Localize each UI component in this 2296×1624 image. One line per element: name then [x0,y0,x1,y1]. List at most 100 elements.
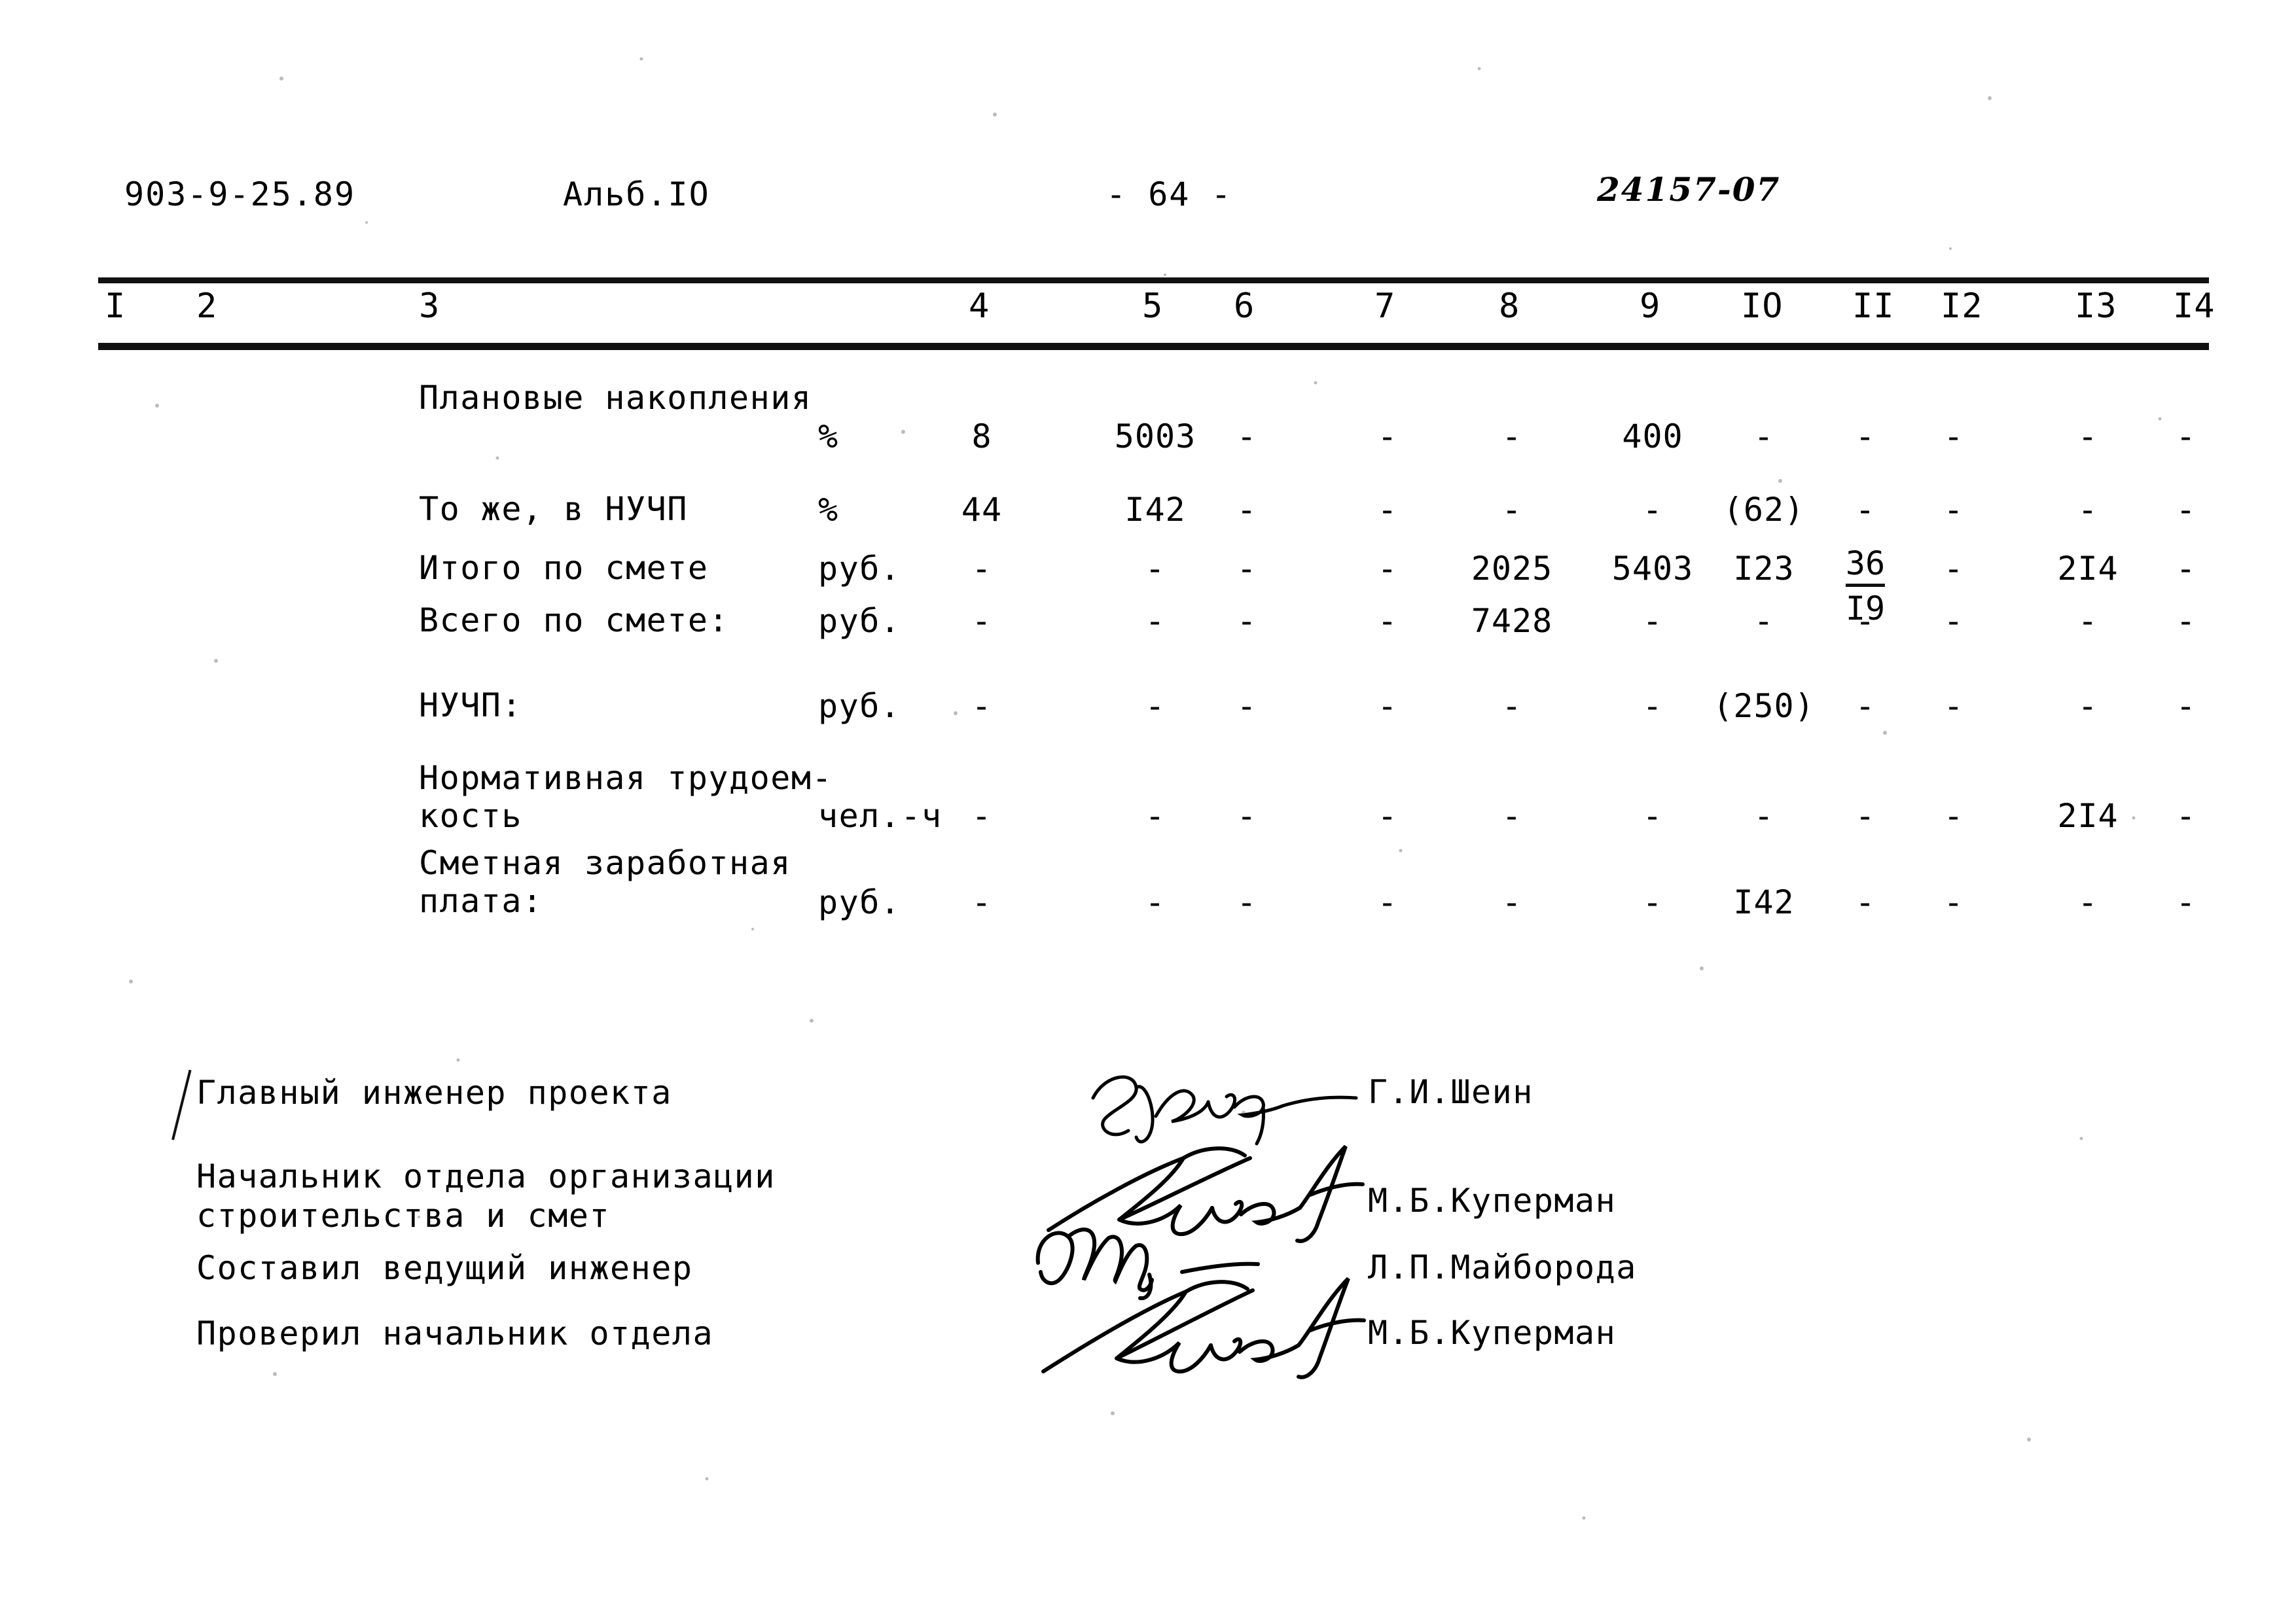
cell-c11: - [1855,602,1876,640]
cell-c11: - [1855,687,1876,725]
cell-c8: 7428 [1471,602,1553,640]
cell-c14: - [2176,687,2197,725]
cell-c8: - [1501,797,1522,835]
cell-c14: - [2176,550,2197,588]
column-number-3: 3 [419,287,440,326]
cell-c5: - [1145,602,1166,640]
cell-c6: - [1236,797,1257,835]
cell-c12: - [1943,687,1964,725]
cell-c14: - [2176,491,2197,529]
row-unit: руб. [818,550,901,588]
row-label: Всего по смете: [419,601,730,639]
cell-c9: - [1642,491,1663,529]
fraction-numerator: 36 [1845,544,1886,587]
cell-c4: - [971,550,992,588]
column-number-10: IO [1741,287,1784,326]
row-label: Итого по смете [419,549,709,587]
cell-c13: - [2077,491,2098,529]
signature-kuperman-1 [1047,1144,1365,1243]
column-number-9: 9 [1640,287,1661,326]
signatory-name: М.Б.Куперман [1368,1182,1617,1220]
cell-c9: - [1642,602,1663,640]
row-unit: руб. [818,883,901,921]
cell-c5: - [1145,797,1166,835]
cell-c7: - [1377,687,1398,725]
cell-c12: - [1943,550,1964,588]
signature-title: Начальник отдела организации строительств… [196,1157,776,1235]
cell-c10: - [1753,602,1774,640]
cell-c7: - [1377,797,1398,835]
cell-c12: - [1943,797,1964,835]
cell-c4: 44 [961,491,1003,529]
column-number-5: 5 [1142,287,1164,326]
column-number-7: 7 [1374,287,1396,326]
cell-c6: - [1236,602,1257,640]
cell-c6: - [1236,491,1257,529]
signatory-name: М.Б.Куперман [1368,1314,1617,1352]
cell-c6: - [1236,550,1257,588]
document-header: 903-9-25.89 Альб.IO - 64 - 24157-07 [0,170,2296,221]
cell-c14: - [2176,602,2197,640]
cell-c10: (62) [1723,491,1805,529]
row-unit: чел.-ч [818,797,942,835]
column-number-11: II [1852,287,1895,326]
cell-c10: - [1753,797,1774,835]
pen-slash-mark [171,1069,192,1140]
row-label-line2: кость [419,797,523,835]
cell-c13: - [2077,602,2098,640]
row-label: Сметная заработная плата: [419,844,791,920]
cell-c7: - [1377,550,1398,588]
cell-c8: 2025 [1471,550,1553,588]
cell-c10: (250) [1713,687,1815,725]
row-label: Нормативная трудоем-кость [419,759,833,835]
cell-c8: - [1501,491,1522,529]
row-label: То же, в НУЧП [419,490,688,528]
cell-c5: I42 [1124,491,1186,529]
cell-c6: - [1236,687,1257,725]
signature-title-line2: строительства и смет [196,1197,611,1235]
row-label: НУЧП: [419,686,523,724]
cell-c14: - [2176,797,2197,835]
row-unit: руб. [818,602,901,640]
cell-c11: - [1855,491,1876,529]
cell-c13: 2I4 [2057,550,2119,588]
row-label-line2: плата: [419,882,543,920]
drawing-number-handwritten: 24157-07 [1597,170,1781,209]
cell-c9: - [1642,797,1663,835]
cell-c8: - [1501,883,1522,921]
cell-c4: - [971,602,992,640]
column-number-2: 2 [196,287,218,326]
signature-title: Составил ведущий инженер [196,1249,693,1287]
cell-c5: - [1145,883,1166,921]
cell-c10: I42 [1733,883,1795,921]
page-number: - 64 - [1106,175,1232,213]
cell-c12: - [1943,491,1964,529]
signatory-name: Г.И.Шеин [1368,1073,1534,1111]
cell-c9: 5403 [1611,550,1694,588]
cell-c10: I23 [1733,550,1795,588]
signatory-name: Л.П.Майборода [1368,1248,1637,1286]
project-code: 903-9-25.89 [124,175,356,213]
cell-c7: - [1377,491,1398,529]
cell-c7: - [1377,602,1398,640]
cell-c13: 2I4 [2057,797,2119,835]
signature-shein [1091,1075,1358,1146]
cell-c13: - [2077,687,2098,725]
cell-c5: - [1145,550,1166,588]
album-number: Альб.IO [563,175,710,213]
table-column-number-row: I 2 3 4 5 6 7 8 9 IO II I2 I3 I4 [0,287,2296,338]
cell-c9: - [1642,687,1663,725]
cell-c11: - [1855,797,1876,835]
table-top-rule [98,277,2209,283]
cell-c8: - [1501,687,1522,725]
cell-c4: - [971,797,992,835]
cell-c5: - [1145,687,1166,725]
column-number-13: I3 [2075,287,2117,326]
row-unit: % [818,491,839,529]
document-page: 903-9-25.89 Альб.IO - 64 - 24157-07 I234… [0,0,2296,1624]
signature-title: Проверил начальник отдела [196,1315,714,1352]
cell-c7: - [1377,883,1398,921]
cell-c13: - [2077,883,2098,921]
column-number-4: 4 [969,287,990,326]
column-number-6: 6 [1234,287,1255,326]
